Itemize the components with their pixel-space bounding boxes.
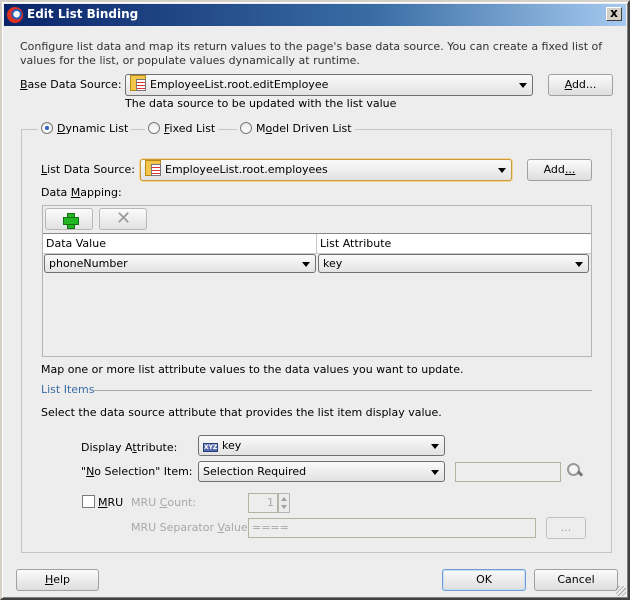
mru-checkbox-label: MRU — [98, 496, 123, 509]
mnemonic: M — [70, 186, 81, 199]
cell-value: key — [323, 257, 343, 270]
plus-icon — [63, 213, 79, 229]
ok-button[interactable]: OK — [442, 569, 526, 591]
base-data-source-label: Base Data Source: — [20, 78, 122, 91]
no-selection-item-label: "No Selection" Item: — [81, 465, 193, 478]
list-items-instruction: Select the data source attribute that pr… — [41, 406, 442, 419]
mnemonic: B — [20, 78, 28, 91]
chevron-down-icon — [302, 262, 310, 267]
mru-separator-browse-button[interactable]: ... — [546, 517, 586, 539]
no-selection-value: Selection Required — [203, 465, 307, 478]
label-text: ase Data Source: — [27, 78, 122, 91]
section-separator — [94, 390, 592, 391]
label-text: Display A — [81, 441, 133, 454]
label-text: ist Data Source: — [47, 163, 135, 176]
radio-label: ixed List — [169, 122, 216, 135]
label-text: MRU Separator — [131, 521, 218, 534]
base-data-source-add-button[interactable]: Add... — [548, 74, 613, 96]
label-text: MRU — [131, 496, 160, 509]
label-text: o Selection" Item: — [94, 465, 193, 478]
app-icon — [7, 7, 23, 23]
mru-checkbox[interactable] — [82, 495, 95, 508]
mru-separator-field[interactable]: ==== — [248, 518, 536, 538]
label-text: apping: — [80, 186, 122, 199]
edit-list-binding-dialog: Edit List Binding x Configure list data … — [0, 0, 630, 600]
radio-label: del Driven List — [272, 122, 352, 135]
radio-fixed-list[interactable]: Fixed List — [145, 122, 219, 135]
list-data-source-value: EmployeeList.root.employees — [165, 163, 328, 176]
no-selection-item-combo[interactable]: Selection Required — [198, 461, 445, 482]
radio-unchecked-icon — [148, 122, 160, 134]
remove-mapping-button[interactable]: ✕ — [99, 208, 147, 230]
display-attribute-combo[interactable]: XYZ key — [198, 435, 445, 456]
list-data-source-combo[interactable]: EmployeeList.root.employees — [140, 159, 512, 181]
add-mapping-button[interactable] — [45, 208, 93, 230]
mnemonic: H — [44, 573, 54, 586]
dialog-description: Configure list data and map its return v… — [20, 40, 603, 67]
label-text: Data — [41, 186, 71, 199]
data-mapping-hint: Map one or more list attribute values to… — [41, 363, 464, 376]
button-label: elp — [53, 573, 71, 586]
mnemonic: M — [98, 496, 108, 509]
mru-separator-label: MRU Separator Value: — [131, 521, 251, 534]
resize-grip[interactable] — [616, 586, 626, 596]
mnemonic: A — [564, 78, 572, 91]
chevron-down-icon — [575, 262, 583, 267]
help-button[interactable]: Help — [16, 569, 99, 591]
radio-dynamic-list[interactable]: Dynamic List — [38, 122, 132, 135]
mru-count-label: MRU Count: — [131, 496, 196, 509]
mapping-table: Data Value List Attribute phoneNumber ke… — [43, 233, 591, 356]
button-label: Add — [543, 163, 565, 176]
chevron-down-icon — [431, 444, 439, 449]
cell-value: phoneNumber — [49, 257, 128, 270]
no-selection-text-field[interactable] — [455, 462, 561, 482]
mru-count-field[interactable]: 1 — [248, 493, 278, 513]
display-attribute-label: Display Attribute: — [81, 441, 177, 454]
list-data-source-add-button[interactable]: Add... — [527, 159, 592, 181]
column-header-list-attribute[interactable]: List Attribute — [317, 234, 591, 254]
display-attribute-value: key — [222, 439, 242, 452]
data-source-icon — [130, 75, 146, 91]
chevron-down-icon — [498, 168, 506, 173]
mnemonic: ... — [564, 163, 576, 176]
label-text: tribute: — [136, 441, 178, 454]
radio-label: ynamic List — [65, 122, 129, 135]
label-text: RU — [107, 496, 124, 509]
close-button[interactable]: x — [606, 7, 622, 21]
table-row-list-attribute-combo[interactable]: key — [318, 254, 589, 273]
column-header-data-value[interactable]: Data Value — [43, 234, 317, 254]
mru-count-spinner[interactable] — [278, 493, 290, 513]
label-prefix: M — [256, 122, 266, 135]
close-icon: x — [610, 6, 618, 20]
data-source-icon — [145, 160, 161, 176]
data-mapping-label: Data Mapping: — [41, 186, 122, 199]
base-data-source-combo[interactable]: EmployeeList.root.editEmployee — [125, 74, 533, 96]
chevron-down-icon — [431, 470, 439, 475]
button-label: dd... — [571, 78, 597, 91]
cancel-button[interactable]: Cancel — [534, 569, 618, 591]
x-icon: ✕ — [116, 208, 132, 229]
base-data-source-hint: The data source to be updated with the l… — [125, 97, 397, 110]
radio-checked-icon — [41, 122, 53, 134]
radio-unchecked-icon — [240, 122, 252, 134]
chevron-down-icon — [519, 83, 527, 88]
xyz-attribute-icon: XYZ — [203, 443, 218, 452]
search-icon[interactable] — [566, 462, 584, 480]
radio-model-driven-list[interactable]: Model Driven List — [237, 122, 355, 135]
base-data-source-value: EmployeeList.root.editEmployee — [150, 78, 329, 91]
table-row-data-value-combo[interactable]: phoneNumber — [44, 254, 316, 273]
dialog-title: Edit List Binding — [27, 7, 139, 21]
list-data-source-label: List Data Source: — [41, 163, 135, 176]
list-items-section-title: List Items — [41, 383, 95, 396]
data-mapping-panel: ✕ Data Value List Attribute phoneNumber … — [42, 205, 592, 357]
title-bar: Edit List Binding x — [4, 4, 626, 26]
label-text: ount: — [167, 496, 197, 509]
